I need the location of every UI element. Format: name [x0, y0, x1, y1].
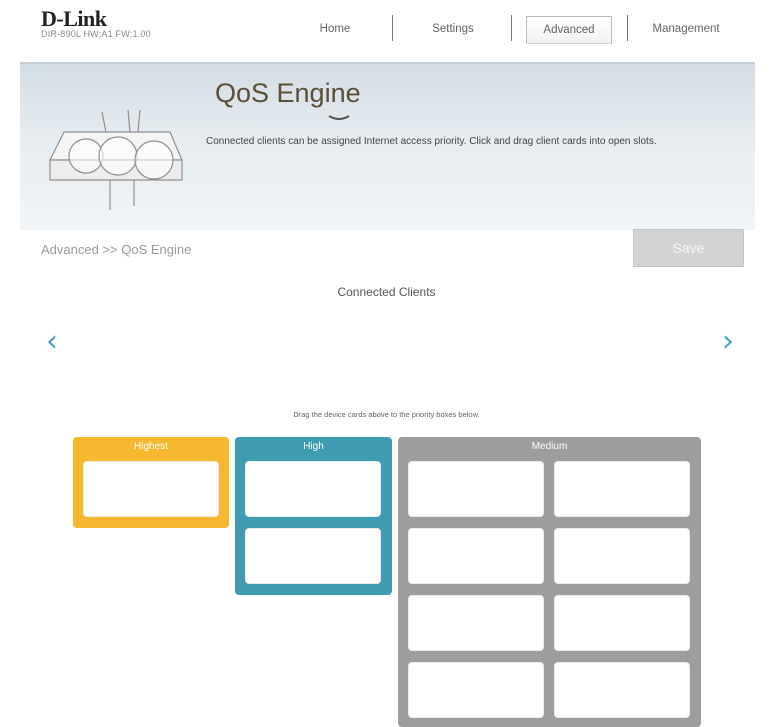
nav-management[interactable]: Management	[645, 16, 727, 42]
router-illustration-icon	[49, 109, 183, 210]
top-header: D-Link DIR-890L HW:A1 FW:1.00 Home Setti…	[0, 0, 773, 62]
priority-slot[interactable]	[245, 461, 381, 517]
priority-slot[interactable]	[554, 595, 690, 651]
connected-clients-label: Connected Clients	[337, 285, 436, 299]
priority-slot[interactable]	[408, 528, 544, 584]
priority-label-highest: Highest	[134, 441, 168, 452]
model-info: DIR-890L HW:A1 FW:1.00	[41, 29, 151, 39]
priority-slot[interactable]	[408, 595, 544, 651]
priority-box-high: High	[235, 437, 392, 595]
priority-slot[interactable]	[554, 662, 690, 718]
nav-separator	[511, 15, 512, 41]
nav-settings[interactable]: Settings	[418, 16, 488, 42]
priority-slot[interactable]	[83, 461, 219, 517]
priority-slot[interactable]	[408, 662, 544, 718]
nav-separator	[627, 15, 628, 41]
priority-label-high: High	[303, 441, 324, 452]
priority-box-highest: Highest	[73, 437, 229, 528]
priority-box-medium: Medium	[398, 437, 701, 727]
priority-slot[interactable]	[554, 528, 690, 584]
page-title: QoS Engine	[215, 78, 361, 108]
nav-advanced[interactable]: Advanced	[526, 16, 612, 44]
swoosh-icon	[328, 115, 350, 120]
breadcrumb[interactable]: Advanced >> QoS Engine	[41, 242, 191, 257]
save-button[interactable]: Save	[633, 229, 744, 267]
priority-slot[interactable]	[408, 461, 544, 517]
nav-separator	[392, 15, 393, 41]
priority-label-medium: Medium	[531, 441, 568, 452]
nav-home[interactable]: Home	[300, 16, 370, 42]
priority-slot[interactable]	[245, 528, 381, 584]
chevron-right-icon[interactable]: ›	[722, 327, 734, 357]
priority-slot[interactable]	[554, 461, 690, 517]
chevron-left-icon[interactable]: ‹	[46, 327, 58, 357]
page-description: Connected clients can be assigned Intern…	[206, 136, 657, 147]
drag-hint: Drag the device cards above to the prior…	[293, 410, 480, 419]
